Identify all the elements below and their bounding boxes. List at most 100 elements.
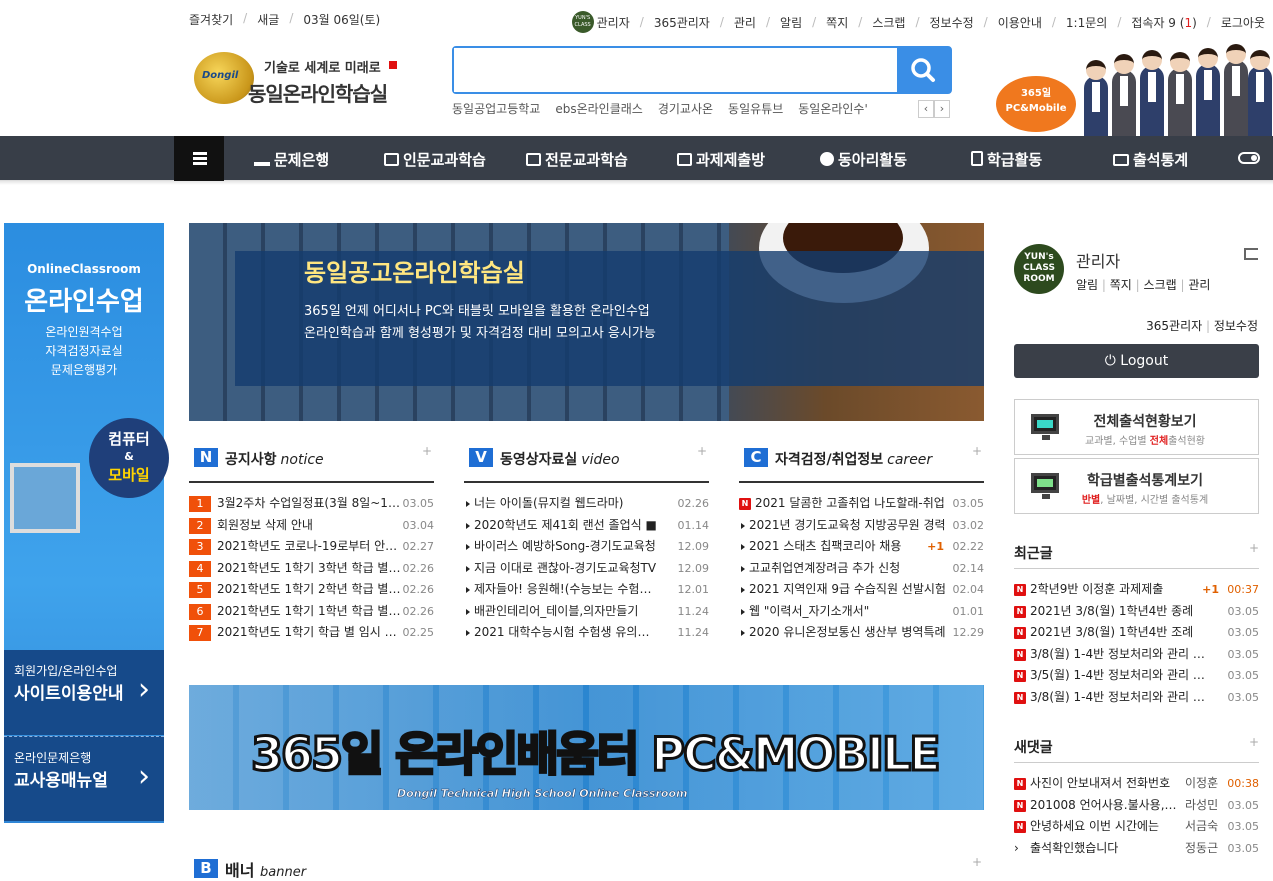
admin365-link[interactable]: 365관리자: [654, 14, 710, 31]
list-item[interactable]: 제자들아! 응원해!(수능보는 수험생들) 12.01: [464, 579, 709, 601]
post-title[interactable]: 배관인테리어_테이블,의자만들기: [474, 601, 659, 623]
list-item[interactable]: 7 2021학년도 1학기 학급 별 임시 시간표 02.25: [189, 622, 434, 644]
list-item[interactable]: 너는 아이돌(뮤지컬 웹드라마) 02.26: [464, 493, 709, 515]
post-title[interactable]: 너는 아이돌(뮤지컬 웹드라마): [474, 493, 659, 515]
keyword-item[interactable]: ebs온라인클래스: [555, 100, 643, 117]
qna-link[interactable]: 1:1문의: [1066, 14, 1107, 31]
nav-club[interactable]: 동아리활동: [820, 149, 907, 170]
logout-link[interactable]: 로그아웃: [1221, 14, 1265, 31]
list-item[interactable]: 2021 스태츠 칩팩코리아 채용 02.22 +1: [739, 536, 984, 558]
list-item[interactable]: N 3/5(월) 1-4반 정보처리와 관리 6교시 03.05: [1014, 665, 1259, 687]
post-title[interactable]: 2021년 3/8(월) 1학년4반 조례: [1030, 622, 1208, 644]
post-title[interactable]: 2021학년도 1학기 3학년 학급 별 임시: [217, 558, 402, 580]
online-banner-365[interactable]: 365일 온라인배움터 PC&MOBILE Dongil Technical H…: [189, 685, 984, 810]
post-title[interactable]: 웹 "이력서_자기소개서": [749, 601, 949, 623]
post-title[interactable]: 2020학년도 제41회 랜선 졸업식 ■: [474, 515, 659, 537]
list-item[interactable]: 4 2021학년도 1학기 3학년 학급 별 임시 02.26: [189, 558, 434, 580]
list-item[interactable]: N 2학년9반 이정훈 과제제출 00:37 +1: [1014, 579, 1259, 601]
more-plus-icon[interactable]: +: [1249, 735, 1259, 749]
comment-text[interactable]: 안녕하세요 이번 시간에는: [1030, 816, 1180, 838]
visitors-link[interactable]: 접속자 9 (1): [1131, 14, 1196, 31]
list-item[interactable]: 2021년 경기도교육청 지방공무원 경력 03.02: [739, 515, 984, 537]
more-plus-icon[interactable]: +: [972, 855, 982, 869]
manage-link[interactable]: 관리: [734, 14, 756, 31]
admin365-link[interactable]: 365관리자: [1146, 319, 1202, 333]
nav-attendance[interactable]: 출석통계: [1113, 149, 1188, 170]
user-scrap-link[interactable]: 스크랩: [1144, 278, 1177, 292]
list-item[interactable]: 2020 유니온정보통신 생산부 병역특례 12.29: [739, 622, 984, 644]
list-item[interactable]: N 3/8(월) 1-4반 정보처리와 관리 7교시 03.05: [1014, 644, 1259, 666]
post-title[interactable]: 3월2주차 수업일정표(3월 8일~12일): [217, 493, 402, 515]
post-title[interactable]: 2021년 3/8(월) 1학년4반 종례: [1030, 601, 1208, 623]
board-title[interactable]: 자격검정/취업정보 career: [775, 449, 932, 469]
comment-text[interactable]: 출석확인했습니다: [1030, 838, 1180, 860]
board-title[interactable]: 공지사항 notice: [225, 449, 324, 469]
list-item[interactable]: N 3/8(월) 1-4반 정보처리와 관리 5교시 03.05: [1014, 687, 1259, 709]
all-attendance-button[interactable]: 전체출석현황보기 교과별, 수업별 전체출석현황: [1014, 399, 1259, 455]
edit-info-link[interactable]: 정보수정: [1214, 319, 1258, 333]
nav-humanities[interactable]: 인문교과학습: [384, 149, 486, 170]
teacher-manual-link[interactable]: 온라인문제은행 교사용매뉴얼 ›: [4, 736, 164, 821]
more-plus-icon[interactable]: +: [1249, 541, 1259, 555]
post-title[interactable]: 2021 달콤한 고졸취업 나도할래-취업: [755, 493, 955, 515]
post-title[interactable]: 2021학년도 코로나-19로부터 안전한 학교: [217, 536, 402, 558]
post-title[interactable]: 2021학년도 1학기 1학년 학급 별 임시: [217, 601, 402, 623]
chevron-left-icon[interactable]: ‹: [918, 100, 934, 118]
left-side-banner[interactable]: OnlineClassroom 온라인수업 온라인원격수업 자격검정자료실 문제…: [4, 223, 169, 823]
list-item[interactable]: 3 2021학년도 코로나-19로부터 안전한 학교02.27: [189, 536, 434, 558]
memo-link[interactable]: 쪽지: [826, 14, 848, 31]
list-item[interactable]: 5 2021학년도 1학기 2학년 학급 별 임시 02.26: [189, 579, 434, 601]
post-title[interactable]: 지금 이대로 괜찮아-경기도교육청TV: [474, 558, 659, 580]
post-title[interactable]: 2020 유니온정보통신 생산부 병역특례: [749, 622, 949, 644]
keyword-item[interactable]: 경기교사온: [658, 100, 713, 117]
post-title[interactable]: 고교취업연계장려금 추가 신청: [749, 558, 949, 580]
guide-link[interactable]: 이용안내: [998, 14, 1042, 31]
list-item[interactable]: 웹 "이력서_자기소개서" 01.01: [739, 601, 984, 623]
list-item[interactable]: 1 3월2주차 수업일정표(3월 8일~12일) 03.05: [189, 493, 434, 515]
admin-link[interactable]: 관리자: [597, 14, 630, 31]
list-item[interactable]: 2 회원정보 삭제 안내 03.04: [189, 515, 434, 537]
user-memo-link[interactable]: 쪽지: [1110, 278, 1132, 292]
nav-question-bank[interactable]: 문제은행: [254, 149, 329, 170]
comment-text[interactable]: 201008 언어사용.불사용,채점: [1030, 795, 1180, 817]
post-title[interactable]: 3/5(월) 1-4반 정보처리와 관리 6교시: [1030, 665, 1208, 687]
post-title[interactable]: 바이러스 예방하Song-경기도교육청: [474, 536, 659, 558]
post-title[interactable]: 2021학년도 1학기 학급 별 임시 시간표: [217, 622, 402, 644]
hamburger-menu-icon[interactable]: [174, 136, 224, 181]
site-guide-link[interactable]: 회원가입/온라인수업 사이트이용안내 ›: [4, 650, 164, 735]
post-title[interactable]: 3/8(월) 1-4반 정보처리와 관리 5교시: [1030, 687, 1208, 709]
post-title[interactable]: 2021학년도 1학기 2학년 학급 별 임시: [217, 579, 402, 601]
nav-major[interactable]: 전문교과학습: [526, 149, 628, 170]
list-item[interactable]: › 출석확인했습니다 정동근 03.05: [1014, 838, 1259, 860]
post-title[interactable]: 회원정보 삭제 안내: [217, 515, 402, 537]
keyword-item[interactable]: 동일공업고등학교: [452, 100, 540, 117]
list-item[interactable]: 바이러스 예방하Song-경기도교육청 12.09: [464, 536, 709, 558]
list-item[interactable]: 6 2021학년도 1학기 1학년 학급 별 임시 02.26: [189, 601, 434, 623]
alarm-link[interactable]: 알림: [780, 14, 802, 31]
keyword-item[interactable]: 동일온라인수': [798, 100, 868, 117]
list-item[interactable]: N 2021년 3/8(월) 1학년4반 조례 03.05: [1014, 622, 1259, 644]
site-logo[interactable]: Dongil 기술로 세계로 미래로 동일온라인학습실: [194, 50, 404, 110]
more-plus-icon[interactable]: +: [697, 444, 707, 458]
post-title[interactable]: 제자들아! 응원해!(수능보는 수험생들): [474, 579, 659, 601]
edit-info-link[interactable]: 정보수정: [929, 14, 973, 31]
main-banner[interactable]: 동일공고온라인학습실 365일 언제 어디서나 PC와 태블릿 모바일을 활용한…: [189, 223, 984, 421]
list-item[interactable]: 지금 이대로 괜찮아-경기도교육청TV 12.09: [464, 558, 709, 580]
post-title[interactable]: 2021 지역인재 9급 수습직원 선발시험: [749, 579, 949, 601]
list-item[interactable]: 고교취업연계장려금 추가 신청 02.14: [739, 558, 984, 580]
list-item[interactable]: N 2021년 3/8(월) 1학년4반 종례 03.05: [1014, 601, 1259, 623]
comment-text[interactable]: 사진이 안보내져서 전화번호: [1030, 773, 1180, 795]
toggle-switch[interactable]: [1238, 152, 1260, 164]
user-alarm-link[interactable]: 알림: [1076, 278, 1098, 292]
more-plus-icon[interactable]: +: [422, 444, 432, 458]
list-item[interactable]: N 201008 언어사용.불사용,채점 라성민 03.05: [1014, 795, 1259, 817]
scrap-link[interactable]: 스크랩: [872, 14, 905, 31]
post-title[interactable]: 2학년9반 이정훈 과제제출: [1030, 579, 1208, 601]
list-item[interactable]: 2020학년도 제41회 랜선 졸업식 ■ 01.14: [464, 515, 709, 537]
list-item[interactable]: 2021 대학수능시험 수험생 유의사항 11.24: [464, 622, 709, 644]
post-title[interactable]: 2021 스태츠 칩팩코리아 채용: [749, 536, 904, 558]
nav-assignment[interactable]: 과제제출방: [677, 149, 765, 170]
list-item[interactable]: N 2021 달콤한 고졸취업 나도할래-취업 03.05: [739, 493, 984, 515]
new-posts-link[interactable]: 새글: [257, 11, 279, 28]
list-item[interactable]: 배관인테리어_테이블,의자만들기 11.24: [464, 601, 709, 623]
